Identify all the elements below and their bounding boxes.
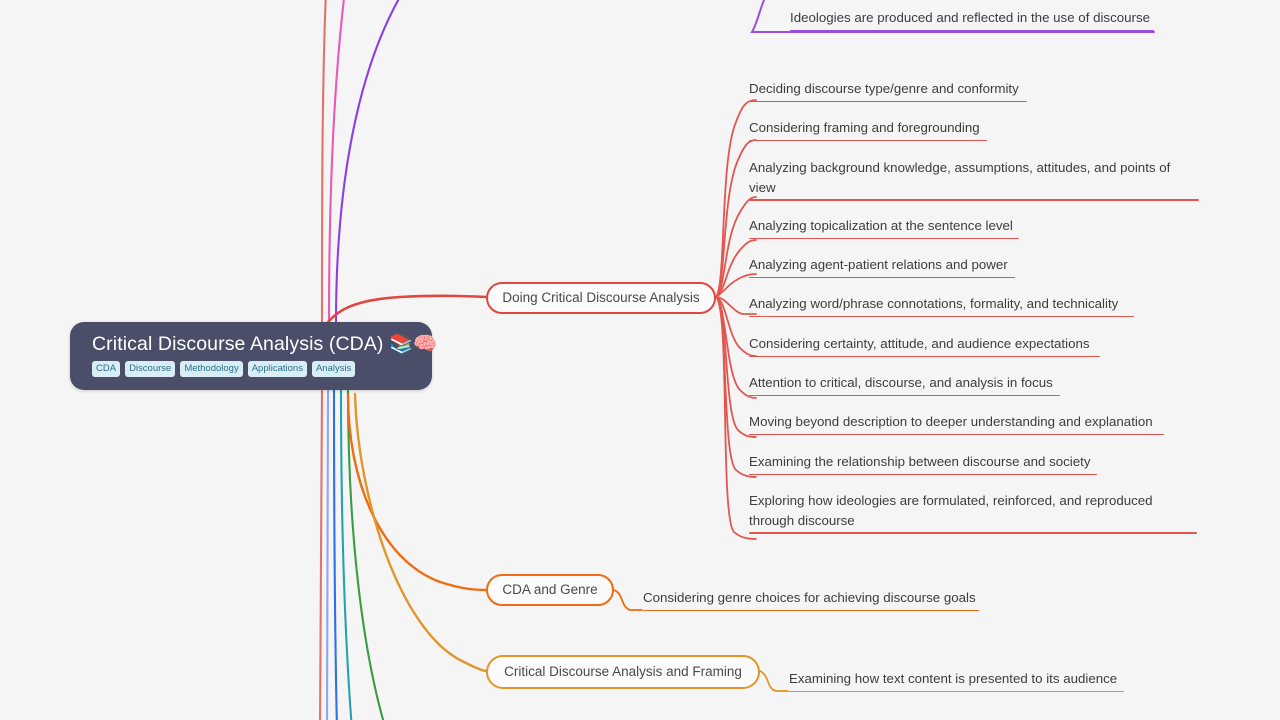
root-tag-list: CDA Discourse Methodology Applications A… [92, 361, 410, 377]
root-title: Critical Discourse Analysis (CDA) 📚🧠 [92, 333, 438, 355]
leaf-analyzing-background-knowledge[interactable]: Analyzing background knowledge, assumpti… [749, 158, 1199, 201]
leaf-analyzing-agent-patient[interactable]: Analyzing agent-patient relations and po… [749, 255, 1015, 279]
leaf-exploring-how-ideologies[interactable]: Exploring how ideologies are formulated,… [749, 491, 1197, 534]
leaf-label: Deciding discourse type/genre and confor… [749, 81, 1019, 96]
leaf-underline [749, 473, 1097, 476]
tag-applications[interactable]: Applications [247, 361, 307, 377]
leaf-underline [643, 609, 979, 612]
leaf-underline [749, 532, 1197, 534]
branch-label: Critical Discourse Analysis and Framing [504, 664, 742, 679]
root-node[interactable]: Critical Discourse Analysis (CDA) 📚🧠 CDA… [70, 322, 438, 390]
branch-label: Doing Critical Discourse Analysis [502, 290, 700, 305]
leaf-label: Examining how text content is presented … [789, 671, 1118, 686]
branch-label: CDA and Genre [502, 582, 598, 597]
leaf-ideologies-produced[interactable]: Ideologies are produced and reflected in… [790, 8, 1154, 32]
branch-node-cda-and-framing[interactable]: Critical Discourse Analysis and Framing [486, 655, 760, 689]
mindmap-canvas: Critical Discourse Analysis (CDA) 📚🧠 CDA… [0, 0, 1280, 720]
leaf-label: Ideologies are produced and reflected in… [790, 10, 1150, 25]
branch-node-doing-cda[interactable]: Doing Critical Discourse Analysis [486, 282, 716, 314]
leaf-deciding-discourse-type[interactable]: Deciding discourse type/genre and confor… [749, 79, 1027, 103]
tag-cda[interactable]: CDA [92, 361, 121, 377]
leaf-label: Moving beyond description to deeper unde… [749, 414, 1153, 429]
leaf-moving-beyond-description[interactable]: Moving beyond description to deeper unde… [749, 412, 1164, 436]
leaf-underline [789, 690, 1124, 693]
leaf-underline [749, 199, 1199, 201]
leaf-underline [749, 237, 1019, 240]
leaf-examining-text-content[interactable]: Examining how text content is presented … [789, 669, 1124, 693]
leaf-label: Considering genre choices for achieving … [643, 590, 976, 605]
leaf-underline [749, 139, 987, 142]
leaf-underline [749, 394, 1060, 397]
leaf-label: Considering framing and foregrounding [749, 120, 980, 135]
leaf-underline [790, 29, 1154, 32]
leaf-analyzing-connotations[interactable]: Analyzing word/phrase connotations, form… [749, 294, 1134, 318]
leaf-label: Analyzing word/phrase connotations, form… [749, 296, 1119, 311]
leaf-underline [749, 276, 1015, 279]
leaf-label: Attention to critical, discourse, and an… [749, 375, 1053, 390]
leaf-underline [749, 315, 1134, 318]
leaf-label: Exploring how ideologies are formulated,… [749, 493, 1153, 528]
leaf-label: Analyzing background knowledge, assumpti… [749, 160, 1171, 195]
branch-node-cda-and-genre[interactable]: CDA and Genre [486, 574, 614, 606]
leaf-considering-framing[interactable]: Considering framing and foregrounding [749, 118, 987, 142]
leaf-label: Considering certainty, attitude, and aud… [749, 336, 1090, 351]
leaf-label: Examining the relationship between disco… [749, 454, 1091, 469]
leaf-attention-to-critical[interactable]: Attention to critical, discourse, and an… [749, 373, 1060, 397]
leaf-underline [749, 355, 1100, 358]
leaf-examining-relationship[interactable]: Examining the relationship between disco… [749, 452, 1097, 476]
leaf-underline [749, 100, 1027, 103]
leaf-underline [749, 433, 1164, 436]
tag-discourse[interactable]: Discourse [125, 361, 176, 377]
tag-analysis[interactable]: Analysis [311, 361, 356, 377]
leaf-considering-certainty[interactable]: Considering certainty, attitude, and aud… [749, 334, 1100, 358]
leaf-label: Analyzing agent-patient relations and po… [749, 257, 1008, 272]
tag-methodology[interactable]: Methodology [180, 361, 243, 377]
leaf-considering-genre-choices[interactable]: Considering genre choices for achieving … [643, 588, 979, 612]
leaf-analyzing-topicalization[interactable]: Analyzing topicalization at the sentence… [749, 216, 1019, 240]
leaf-label: Analyzing topicalization at the sentence… [749, 218, 1013, 233]
